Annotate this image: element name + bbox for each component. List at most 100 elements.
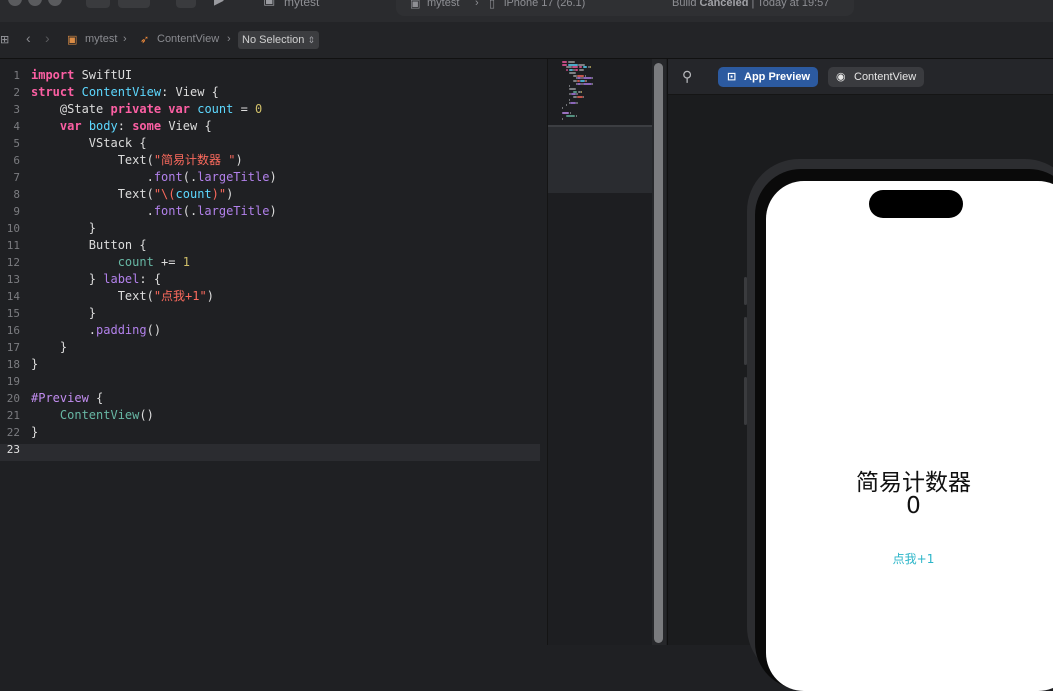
code-line[interactable]: 18}	[0, 356, 540, 373]
code-text: Text("点我+1")	[31, 288, 214, 305]
device-icon: ▯	[489, 0, 496, 10]
jumpbar-project[interactable]: mytest	[85, 33, 117, 45]
code-line[interactable]: 12 count += 1	[0, 254, 540, 271]
code-line[interactable]: 2 struct ContentView: View {	[0, 84, 540, 101]
minimap-token	[571, 93, 576, 96]
line-number: 21	[6, 409, 20, 422]
line-number: 10	[6, 222, 20, 235]
minimap-token	[562, 61, 568, 63]
code-token: {	[88, 391, 104, 405]
destination-selector[interactable]: iPhone 17 (26.1)	[504, 0, 585, 9]
jumpbar-selection[interactable]: No Selection ⇕	[238, 31, 319, 49]
code-text: ContentView()	[31, 407, 154, 424]
stop-button[interactable]	[176, 0, 196, 8]
chevron-right-icon: ›	[123, 33, 127, 45]
code-token: : {	[139, 272, 162, 286]
code-token: padding	[96, 323, 147, 337]
line-number: 15	[6, 307, 20, 320]
zoom-window-icon[interactable]	[48, 0, 62, 6]
minimap-token	[569, 98, 571, 101]
code-line[interactable]: 6 Text("简易计数器 ")	[0, 152, 540, 169]
line-number: 5	[13, 137, 20, 150]
minimap-token	[562, 117, 563, 120]
code-line[interactable]: 20 #Preview {	[0, 390, 540, 407]
code-line[interactable]: 8 Text("\(count)")	[0, 186, 540, 203]
code-text: } label: {	[31, 271, 161, 288]
code-line[interactable]: 21 ContentView()	[0, 407, 540, 424]
code-text: }	[31, 424, 38, 441]
code-token: )"	[211, 187, 227, 201]
code-token: }	[31, 306, 97, 320]
code-line[interactable]: 13 } label: {	[0, 271, 540, 288]
code-token: )	[226, 187, 234, 201]
code-token: ContentView	[81, 85, 162, 99]
code-text: struct ContentView: View {	[31, 84, 219, 101]
editor-scrollbar[interactable]	[652, 59, 666, 645]
code-token: largeTitle	[197, 170, 270, 184]
run-icon[interactable]: ▶	[214, 0, 224, 8]
minimap-token	[565, 69, 569, 72]
pin-icon[interactable]: ⚲	[682, 68, 692, 85]
code-line[interactable]: 10 }	[0, 220, 540, 237]
code-line[interactable]: 22}	[0, 424, 540, 441]
code-token: .	[31, 204, 154, 218]
code-line[interactable]: 15 }	[0, 305, 540, 322]
app-count-text: 0	[906, 493, 921, 519]
code-token: font	[153, 170, 183, 184]
minimap-token	[584, 74, 586, 77]
minimap-token	[569, 71, 577, 74]
minimap-token	[576, 101, 579, 104]
code-text: .padding()	[31, 322, 161, 339]
minimap-token	[565, 66, 572, 69]
code-line[interactable]: 16 .padding()	[0, 322, 540, 339]
code-token: struct	[31, 85, 75, 99]
code-token: @State	[31, 102, 111, 116]
minimap-token	[578, 63, 586, 66]
scrollbar-thumb[interactable]	[654, 63, 663, 643]
scheme-selector[interactable]: mytest	[427, 0, 459, 9]
minimap-token	[571, 66, 579, 69]
minimap-viewport[interactable]	[548, 125, 652, 193]
code-line[interactable]: 14 Text("点我+1")	[0, 288, 540, 305]
code-line[interactable]: 4 var body: some View {	[0, 118, 540, 135]
code-token: )	[269, 170, 277, 184]
code-line[interactable]: 23	[0, 441, 540, 458]
minimize-window-icon[interactable]	[28, 0, 42, 6]
line-number: 20	[6, 392, 20, 405]
minimap-token	[586, 79, 588, 82]
code-line[interactable]: 11 Button {	[0, 237, 540, 254]
minimap-token	[575, 115, 578, 117]
code-line[interactable]: 7 .font(.largeTitle)	[0, 169, 540, 186]
status-bold: Canceled	[699, 0, 749, 9]
navigator-toggle-button[interactable]	[86, 0, 110, 8]
related-items-icon[interactable]: ⊞	[0, 33, 9, 46]
jump-bar: ⊞ ‹ › ▣ mytest › ➶ ContentView ›	[0, 22, 1053, 59]
minimap-token	[580, 79, 585, 82]
code-token: 0	[255, 102, 263, 116]
code-editor[interactable]: 1 import SwiftUI 2 struct ContentView: View…	[0, 59, 547, 645]
minimap[interactable]	[547, 59, 653, 645]
code-line[interactable]: 5 VStack {	[0, 135, 540, 152]
code-line[interactable]: 1 import SwiftUI	[0, 67, 540, 84]
line-number: 7	[13, 171, 20, 184]
jumpbar-file[interactable]: ContentView	[157, 33, 219, 45]
add-button[interactable]	[118, 0, 150, 8]
close-window-icon[interactable]	[8, 0, 22, 6]
line-number: 18	[6, 358, 20, 371]
back-arrow-icon[interactable]: ‹	[26, 30, 31, 46]
line-number: 8	[13, 188, 20, 201]
code-token: "简易计数器 "	[153, 153, 236, 167]
app-preview-tab[interactable]: ⊡ App Preview	[718, 67, 819, 87]
project-name: mytest	[284, 0, 320, 9]
code-line[interactable]: 17 }	[0, 339, 540, 356]
forward-arrow-icon[interactable]: ›	[45, 30, 50, 46]
contentview-tab[interactable]: ◉ ContentView	[828, 67, 925, 87]
code-line[interactable]: 19	[0, 373, 540, 390]
increment-button[interactable]: 点我+1	[766, 550, 1053, 567]
code-text: .font(.largeTitle)	[31, 169, 277, 186]
code-token: VStack {	[31, 136, 147, 150]
code-token: Text(	[31, 289, 154, 303]
code-line[interactable]: 3 @State private var count = 0	[0, 101, 540, 118]
code-line[interactable]: 9 .font(.largeTitle)	[0, 203, 540, 220]
